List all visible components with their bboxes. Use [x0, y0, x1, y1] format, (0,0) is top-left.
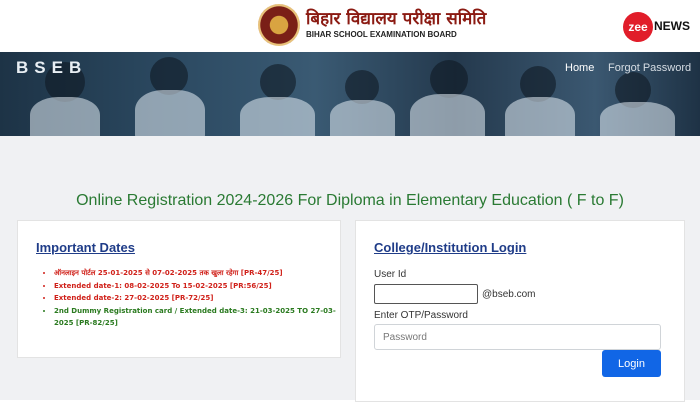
user-id-label: User Id: [374, 269, 407, 280]
password-input[interactable]: [374, 324, 661, 350]
login-card: College/Institution Login User Id @bseb.…: [355, 220, 685, 402]
nav-home-link[interactable]: Home: [565, 62, 594, 74]
email-domain-suffix: @bseb.com: [482, 289, 536, 300]
org-name-hindi: बिहार विद्यालय परीक्षा समिति: [306, 9, 487, 29]
login-title: College/Institution Login: [374, 240, 527, 255]
zee-news-watermark: NEWS: [654, 19, 690, 33]
date-item-4: 2nd Dummy Registration card / Extended d…: [54, 305, 344, 330]
date-item-3: Extended date-2: 27-02-2025 [PR-72/25]: [54, 292, 344, 305]
important-dates-list: ऑनलाइन पोर्टल 25-01-2025 से 07-02-2025 त…: [46, 267, 344, 330]
bseb-logo-icon: [258, 4, 300, 46]
date-item-2: Extended date-1: 08-02-2025 To 15-02-202…: [54, 280, 344, 293]
zee-news-logo-icon: zee: [623, 12, 653, 42]
org-name-english: BIHAR SCHOOL EXAMINATION BOARD: [306, 30, 457, 39]
nav-forgot-password-link[interactable]: Forgot Password: [608, 62, 691, 74]
page-title: Online Registration 2024-2026 For Diplom…: [76, 192, 624, 209]
navbar-brand[interactable]: BSEB: [16, 58, 87, 78]
date-item-1: ऑनलाइन पोर्टल 25-01-2025 से 07-02-2025 त…: [54, 267, 344, 280]
login-button[interactable]: Login: [602, 350, 661, 377]
otp-password-label: Enter OTP/Password: [374, 310, 468, 321]
user-id-input[interactable]: [374, 284, 478, 304]
banner-image: [0, 52, 700, 136]
important-dates-title: Important Dates: [36, 240, 135, 255]
important-dates-card: Important Dates ऑनलाइन पोर्टल 25-01-2025…: [17, 220, 341, 358]
top-header: बिहार विद्यालय परीक्षा समिति BIHAR SCHOO…: [0, 0, 700, 52]
